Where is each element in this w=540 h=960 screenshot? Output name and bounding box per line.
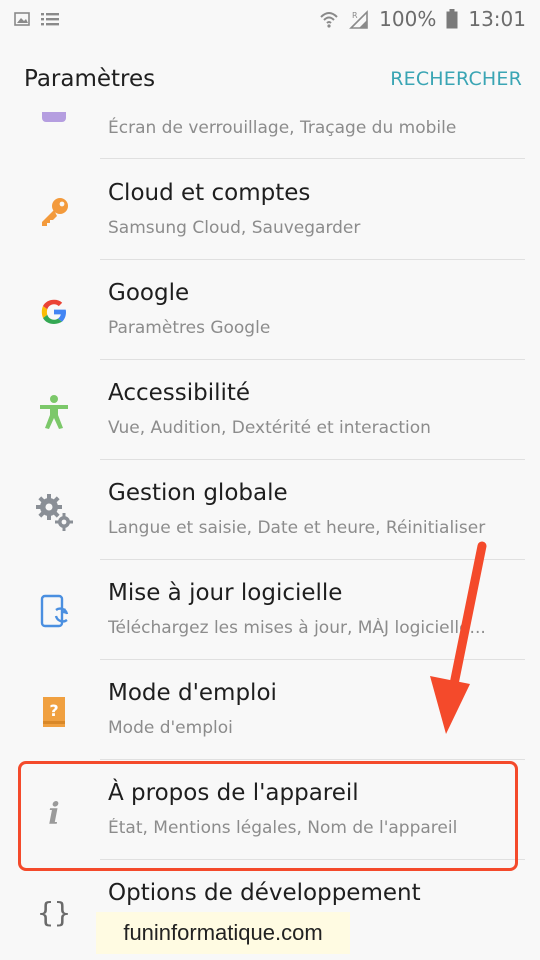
settings-item-lock-screen-partial[interactable]: Écran de verrouillage, Traçage du mobile <box>0 112 540 160</box>
list-notification-icon <box>41 13 59 26</box>
settings-item-title: Accessibilité <box>108 380 251 406</box>
highlight-box <box>18 761 518 871</box>
clock: 13:01 <box>468 7 526 31</box>
svg-text:R: R <box>352 11 358 20</box>
settings-item-accessibility[interactable]: Accessibilité Vue, Audition, Dextérité e… <box>0 360 540 460</box>
status-bar: R 100% 13:01 <box>0 0 540 38</box>
settings-item-subtitle: Mode d'emploi <box>108 718 233 738</box>
settings-item-subtitle: Téléchargez les mises à jour, MÀJ logici… <box>108 618 486 638</box>
image-notification-icon <box>14 12 30 26</box>
divider <box>100 158 525 159</box>
watermark-label: funinformatique.com <box>96 912 350 954</box>
settings-item-google[interactable]: Google Paramètres Google <box>0 260 540 360</box>
svg-text:{}: {} <box>37 896 71 929</box>
status-bar-left <box>14 11 60 27</box>
settings-item-title: Mode d'emploi <box>108 680 277 706</box>
wifi-icon <box>320 12 338 28</box>
status-bar-right: R 100% 13:01 <box>319 7 526 31</box>
signal-icon: R <box>349 10 368 29</box>
settings-header: Paramètres RECHERCHER <box>0 38 540 120</box>
developer-braces-icon: {} <box>34 892 74 932</box>
search-button[interactable]: RECHERCHER <box>390 68 522 90</box>
battery-icon <box>446 9 458 29</box>
settings-item-subtitle: Paramètres Google <box>108 318 271 338</box>
settings-item-subtitle: Langue et saisie, Date et heure, Réiniti… <box>108 518 486 538</box>
settings-item-subtitle: Samsung Cloud, Sauvegarder <box>108 218 361 238</box>
accessibility-icon <box>34 392 74 432</box>
software-update-icon <box>34 592 74 632</box>
settings-item-subtitle: Écran de verrouillage, Traçage du mobile <box>108 118 457 138</box>
lock-screen-icon <box>42 112 66 122</box>
settings-item-title: Gestion globale <box>108 480 288 506</box>
battery-percentage: 100% <box>379 7 437 31</box>
gears-icon <box>34 492 74 532</box>
settings-item-title: Options de développement <box>108 880 421 906</box>
settings-item-software-update[interactable]: Mise à jour logicielle Téléchargez les m… <box>0 560 540 660</box>
settings-item-subtitle: Vue, Audition, Dextérité et interaction <box>108 418 431 438</box>
settings-item-general-management[interactable]: Gestion globale Langue et saisie, Date e… <box>0 460 540 560</box>
settings-item-title: Mise à jour logicielle <box>108 580 343 606</box>
settings-item-title: Cloud et comptes <box>108 180 311 206</box>
svg-text:?: ? <box>49 701 58 720</box>
settings-item-title: Google <box>108 280 190 306</box>
key-icon <box>34 192 74 232</box>
page-title: Paramètres <box>24 66 156 92</box>
google-icon <box>34 292 74 332</box>
settings-item-cloud-accounts[interactable]: Cloud et comptes Samsung Cloud, Sauvegar… <box>0 160 540 260</box>
settings-item-user-manual[interactable]: ? Mode d'emploi Mode d'emploi <box>0 660 540 760</box>
user-manual-icon: ? <box>34 692 74 732</box>
